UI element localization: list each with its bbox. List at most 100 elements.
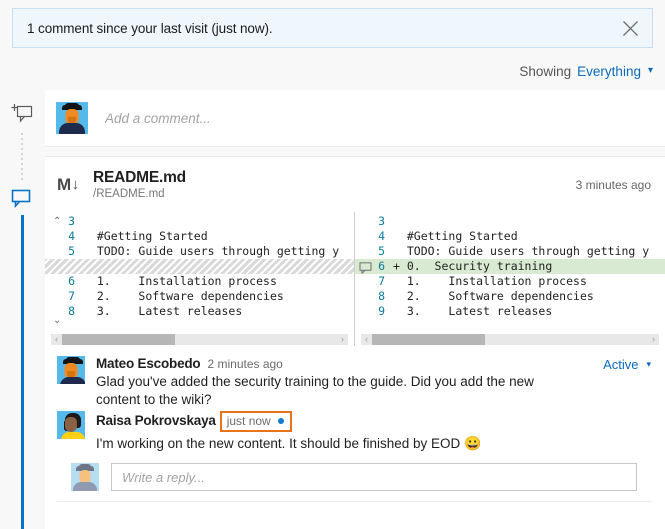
comment-text-body: I'm working on the new content. It shoul… <box>96 436 465 451</box>
diff-line-code: 1. Installation process <box>96 274 277 288</box>
rail-dotted-connector <box>21 133 23 181</box>
scroll-left-arrow-icon[interactable]: ‹ <box>361 334 372 344</box>
chevron-up-icon[interactable]: ⌃ <box>53 216 61 227</box>
diff-line-code: 3. Latest releases <box>406 304 553 318</box>
diff-line-marker <box>393 304 407 319</box>
comment-headline: Mateo Escobedo 2 minutes ago <box>96 356 651 371</box>
comment-rail <box>0 57 45 529</box>
comment-text: Glad you've added the security training … <box>96 374 534 407</box>
diff-line-number: 9 <box>378 304 385 318</box>
avatar <box>57 411 85 439</box>
horizontal-scrollbar-left[interactable]: ‹ › <box>51 333 348 345</box>
scrollbar-track[interactable] <box>62 333 337 345</box>
add-comment-glyph <box>11 104 33 123</box>
diff-line-marker <box>393 244 407 259</box>
pull-request-comments-page: 1 comment since your last visit (just no… <box>0 0 665 529</box>
file-change-badge: M ↓ <box>57 175 93 195</box>
scrollbar-wrap-left: ‹ › <box>45 332 355 346</box>
diff-line: 8 3. Latest releases <box>45 304 354 319</box>
diff-line-marker <box>393 274 407 289</box>
diff-line-code: 0. Security training <box>406 259 553 273</box>
diff-line-code: 2. Software dependencies <box>96 289 284 303</box>
comment-author: Mateo Escobedo <box>96 356 201 371</box>
rail-thread-line <box>21 215 24 529</box>
unread-dot-icon <box>277 418 284 424</box>
diff-line-marker <box>83 274 97 289</box>
comment-marker-icon[interactable] <box>359 261 373 275</box>
reply-row <box>57 455 651 502</box>
comment-author: Raisa Pokrovskaya <box>96 413 216 428</box>
comment-headline: Raisa Pokrovskaya just now <box>96 411 651 432</box>
diff-line-code: TODO: Guide users through getting y <box>406 244 650 258</box>
add-comment-input[interactable] <box>103 109 665 127</box>
scroll-right-arrow-icon[interactable]: › <box>337 334 348 344</box>
file-name: README.md <box>93 168 186 186</box>
diff-line <box>45 259 354 274</box>
diff-line: 7 1. Installation process <box>355 274 665 289</box>
diff-line: 4 #Getting Started <box>45 229 354 244</box>
diff-line: 6 1. Installation process <box>45 274 354 289</box>
status-label[interactable]: Active <box>603 357 638 372</box>
comment-icon[interactable] <box>11 189 33 209</box>
diff-line: 5 TODO: Guide users through getting y <box>45 244 354 259</box>
diff-pane-modified: 3 4 #Getting Started 5 TODO: Guide users … <box>355 212 665 332</box>
diff-line: 6 + 0. Security training <box>355 259 665 274</box>
showing-label: Showing <box>519 63 572 79</box>
diff-line-code: 1. Installation process <box>406 274 587 288</box>
scroll-left-arrow-icon[interactable]: ‹ <box>51 334 62 344</box>
chevron-down-icon[interactable]: ⌄ <box>53 315 61 326</box>
chevron-down-icon[interactable]: ▾ <box>646 359 651 370</box>
diff-pane-original: ⌃ ⌄ 3 4 #Getting Started 5 TODO: Guide us… <box>45 212 355 332</box>
diff-lines-left: 3 4 #Getting Started 5 TODO: Guide users … <box>45 212 354 319</box>
comment-marker-glyph <box>359 262 372 275</box>
comment-bubble-glyph <box>11 189 31 209</box>
diff-viewer: ⌃ ⌄ 3 4 #Getting Started 5 TODO: Guide us… <box>45 212 665 332</box>
diff-line: 9 3. Latest releases <box>355 304 665 319</box>
diff-line: 3 <box>45 214 354 229</box>
add-comment-icon[interactable] <box>11 103 33 123</box>
horizontal-scrollbar-right[interactable]: ‹ › <box>361 333 659 345</box>
scrollbar-track[interactable] <box>372 333 648 345</box>
chevron-down-icon[interactable]: ▾ <box>648 66 653 76</box>
showing-filter[interactable]: Showing Everything ▾ <box>519 58 653 84</box>
comment-body: Raisa Pokrovskaya just now I'm working o… <box>96 411 651 453</box>
diff-line-marker <box>83 304 97 319</box>
comment-timestamp-highlighted: just now <box>219 411 292 432</box>
diff-line-marker <box>393 214 407 229</box>
diff-lines-right: 3 4 #Getting Started 5 TODO: Guide users … <box>355 212 665 319</box>
diff-line: 4 #Getting Started <box>355 229 665 244</box>
diff-line-marker <box>83 229 97 244</box>
comment-item: Raisa Pokrovskaya just now I'm working o… <box>57 411 651 453</box>
add-comment-row <box>45 90 665 147</box>
smiley-emoji-icon: 😀 <box>464 435 482 451</box>
diff-line: 5 TODO: Guide users through getting y <box>355 244 665 259</box>
diff-line-marker <box>393 289 407 304</box>
comment-text: I'm working on the new content. It shoul… <box>96 434 566 453</box>
close-icon <box>622 20 638 36</box>
file-timestamp: 3 minutes ago <box>575 177 651 192</box>
file-header[interactable]: M ↓ README.md /README.md 3 minutes ago <box>45 157 665 212</box>
scrollbar-thumb[interactable] <box>372 333 486 345</box>
notification-bar: 1 comment since your last visit (just no… <box>12 8 653 48</box>
reply-input[interactable] <box>111 463 637 491</box>
diff-line-marker <box>83 214 97 229</box>
diff-scrollbars: ‹ › ‹ › <box>45 332 665 346</box>
status-badge[interactable]: Active ▾ <box>603 357 651 372</box>
close-button[interactable] <box>608 9 652 47</box>
file-badge-letter: M <box>57 174 71 194</box>
avatar <box>71 463 99 491</box>
diff-line-marker: + <box>393 259 407 273</box>
diff-line: 3 <box>355 214 665 229</box>
diff-line-code: #Getting Started <box>96 229 208 243</box>
diff-line-code: 2. Software dependencies <box>406 289 594 303</box>
comment-body: Mateo Escobedo 2 minutes ago Glad you've… <box>96 356 651 409</box>
scrollbar-thumb[interactable] <box>62 333 175 345</box>
scrollbar-wrap-right: ‹ › <box>355 332 665 346</box>
diff-line-code: 3. Latest releases <box>96 304 243 318</box>
showing-value[interactable]: Everything <box>577 64 641 79</box>
diff-line-code: TODO: Guide users through getting y <box>96 244 340 258</box>
diff-line-code: #Getting Started <box>406 229 518 243</box>
comment-timestamp: just now <box>226 414 271 428</box>
scroll-right-arrow-icon[interactable]: › <box>648 334 659 344</box>
avatar <box>57 356 85 384</box>
